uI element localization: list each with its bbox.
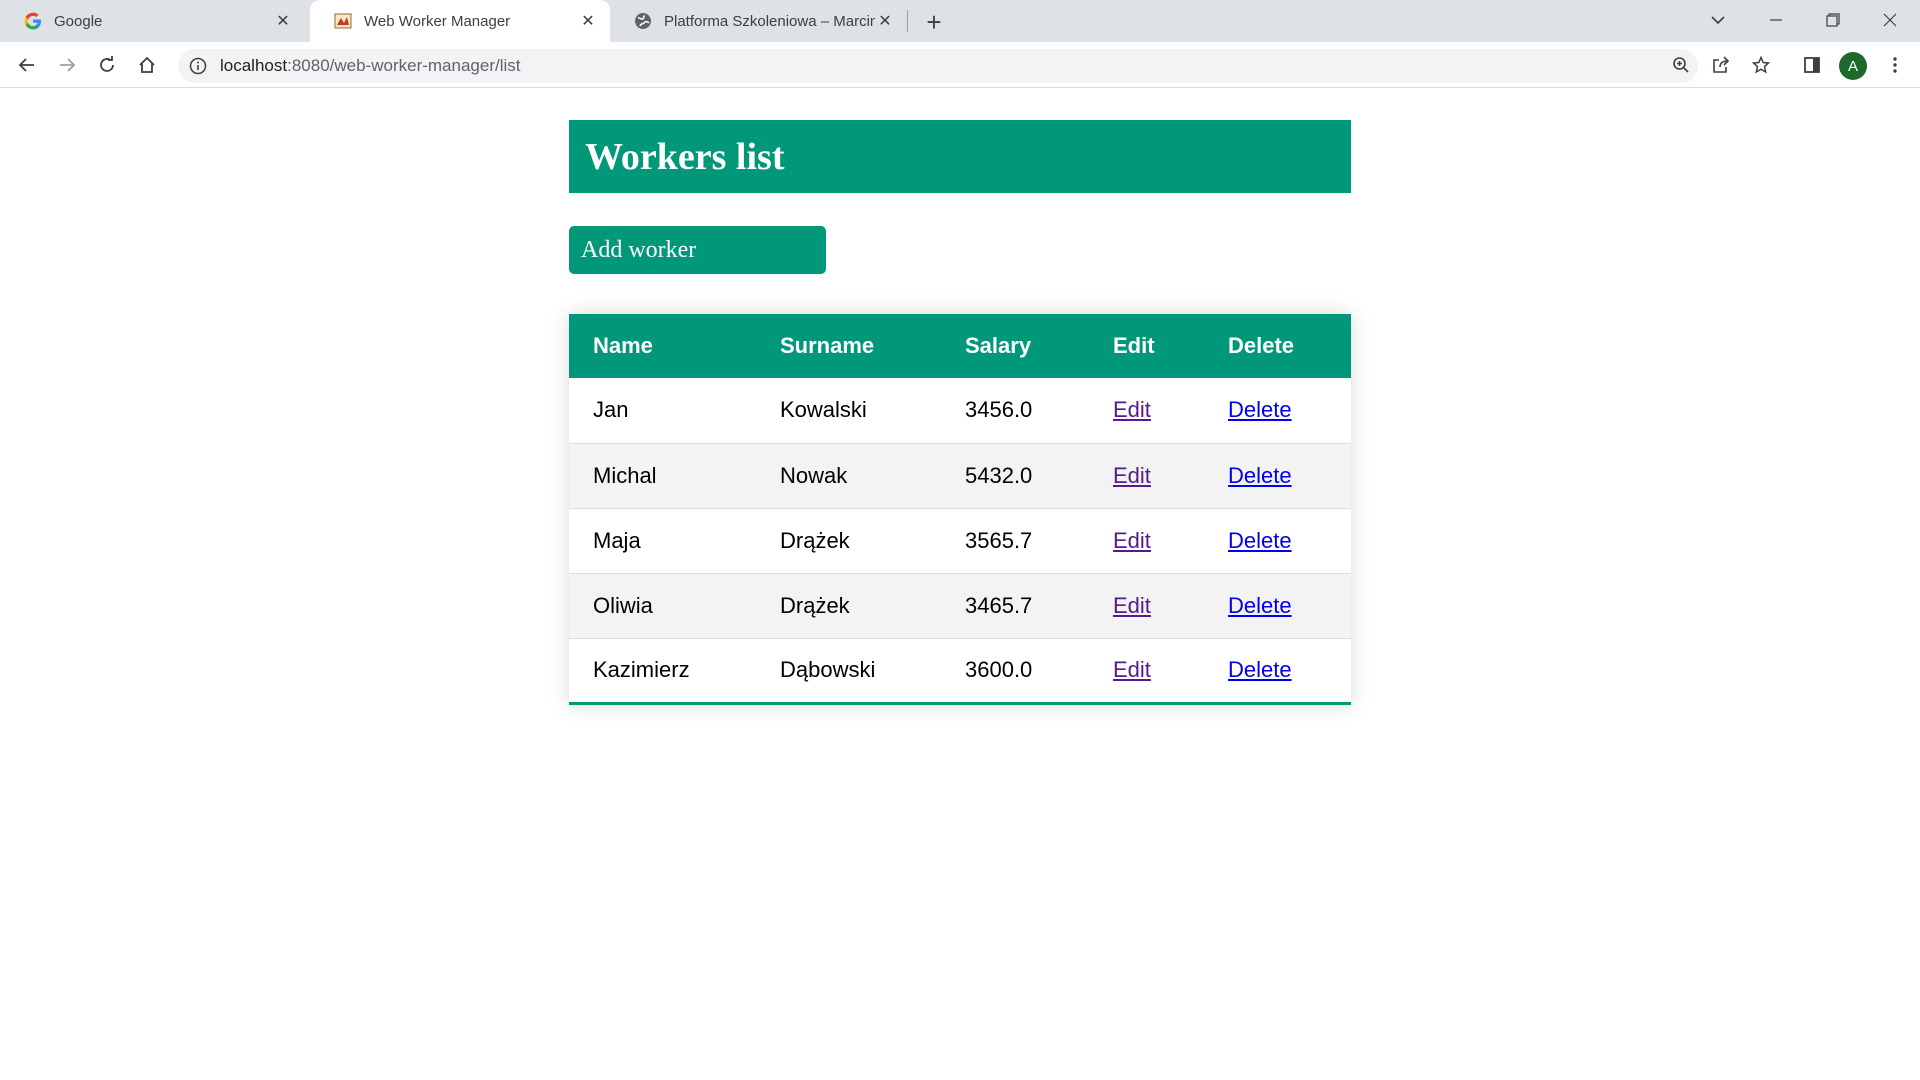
cell-delete: Delete (1204, 573, 1351, 639)
cell-name: Kazimierz (593, 657, 690, 682)
reload-icon[interactable] (92, 50, 122, 80)
cell-salary: 5432.0 (941, 443, 1089, 509)
table-row: Maja Drążek 3565.7 Edit Delete (569, 508, 1351, 574)
cell-salary: 3456.0 (941, 378, 1089, 444)
tab-title: Platforma Szkoleniowa – Marcin (664, 12, 875, 30)
restore-icon[interactable] (1813, 6, 1853, 34)
table-row: Jan Kowalski 3456.0 Edit Delete (569, 378, 1351, 444)
tab-web-worker-manager[interactable]: Web Worker Manager ✕ (310, 0, 610, 42)
cell-delete: Delete (1204, 508, 1351, 574)
zoom-icon[interactable] (1666, 50, 1696, 80)
edit-link[interactable]: Edit (1113, 657, 1151, 682)
new-tab-button[interactable]: + (920, 7, 948, 37)
workers-table: Name Surname Salary Edit Delete Jan Kowa… (569, 314, 1351, 705)
cell-surname: Drążek (756, 573, 941, 639)
column-header-name: Name (569, 314, 756, 378)
tab-separator (907, 10, 908, 32)
cell-edit: Edit (1089, 638, 1204, 703)
cell-name: Oliwia (569, 573, 756, 639)
table-row: Kazimierz Dąbowski 3600.0 Edit Delete (569, 638, 1351, 703)
edit-link[interactable]: Edit (1113, 397, 1151, 422)
delete-link[interactable]: Delete (1228, 528, 1292, 553)
app-icon (334, 12, 352, 30)
cell-surname: Kowalski (756, 378, 941, 444)
cell-delete: Delete (1204, 378, 1351, 444)
cell-salary: 3465.7 (941, 573, 1089, 639)
cell-name: Jan (569, 378, 756, 444)
edit-link[interactable]: Edit (1113, 528, 1151, 553)
home-icon[interactable] (132, 50, 162, 80)
cell-edit: Edit (1089, 378, 1204, 444)
globe-icon (634, 12, 652, 30)
column-header-edit: Edit (1089, 314, 1204, 378)
forward-arrow-icon[interactable] (52, 50, 82, 80)
share-icon[interactable] (1706, 50, 1736, 80)
page-title: Workers list (585, 136, 785, 178)
edit-link[interactable]: Edit (1113, 593, 1151, 618)
cell-edit: Edit (1089, 508, 1204, 574)
cell-salary: 3565.7 (941, 508, 1089, 574)
cell-delete: Delete (1204, 638, 1351, 703)
page-content: Workers list Add worker Name Surname Sal… (0, 89, 1920, 1080)
cell-edit: Edit (1089, 443, 1204, 509)
column-header-delete: Delete (1204, 314, 1351, 378)
cell-name: Michal (569, 443, 756, 509)
close-window-icon[interactable] (1870, 6, 1910, 34)
add-worker-button[interactable]: Add worker (569, 226, 826, 274)
url-path: :8080/web-worker-manager/list (287, 56, 521, 75)
cell-surname: Dąbowski (780, 657, 876, 682)
table-row: Oliwia Drążek 3465.7 Edit Delete (569, 573, 1351, 639)
profile-avatar[interactable]: A (1839, 52, 1867, 80)
tab-platforma-szkoleniowa[interactable]: Platforma Szkoleniowa – Marcin ✕ (610, 0, 907, 42)
cell-edit: Edit (1089, 573, 1204, 639)
delete-link[interactable]: Delete (1228, 657, 1292, 682)
delete-link[interactable]: Delete (1228, 593, 1292, 618)
cell-delete: Delete (1204, 443, 1351, 509)
url-host: localhost (220, 56, 288, 75)
site-info-icon[interactable] (188, 56, 208, 76)
tab-title: Google (54, 12, 103, 30)
side-panel-icon[interactable] (1797, 50, 1827, 80)
column-header-salary: Salary (941, 314, 1089, 378)
edit-link[interactable]: Edit (1113, 463, 1151, 488)
minimize-icon[interactable] (1756, 6, 1796, 34)
page-header: Workers list (569, 120, 1351, 193)
tab-strip: Google ✕ Web Worker Manager ✕ Platforma … (0, 0, 1920, 42)
close-tab-icon[interactable]: ✕ (578, 11, 598, 31)
close-tab-icon[interactable]: ✕ (875, 11, 895, 31)
cell-surname: Drążek (756, 508, 941, 574)
cell-name: Maja (569, 508, 756, 574)
delete-link[interactable]: Delete (1228, 397, 1292, 422)
address-bar[interactable]: localhost:8080/web-worker-manager/list (178, 49, 1698, 83)
table-header-row: Name Surname Salary Edit Delete (569, 314, 1351, 378)
tab-title: Web Worker Manager (364, 12, 511, 30)
back-arrow-icon[interactable] (12, 50, 42, 80)
tab-google[interactable]: Google ✕ (0, 0, 305, 42)
column-header-surname: Surname (756, 314, 941, 378)
google-icon (24, 12, 42, 30)
bookmark-star-icon[interactable] (1746, 50, 1776, 80)
tab-search-icon[interactable] (1698, 6, 1738, 34)
table-row: Michal Nowak 5432.0 Edit Delete (569, 443, 1351, 509)
browser-toolbar: localhost:8080/web-worker-manager/list A (0, 42, 1920, 88)
delete-link[interactable]: Delete (1228, 463, 1292, 488)
cell-surname: Nowak (756, 443, 941, 509)
cell-salary: 3600.0 (965, 657, 1033, 682)
url-text: localhost:8080/web-worker-manager/list (220, 56, 521, 76)
close-tab-icon[interactable]: ✕ (273, 11, 293, 31)
menu-kebab-icon[interactable] (1880, 50, 1910, 80)
